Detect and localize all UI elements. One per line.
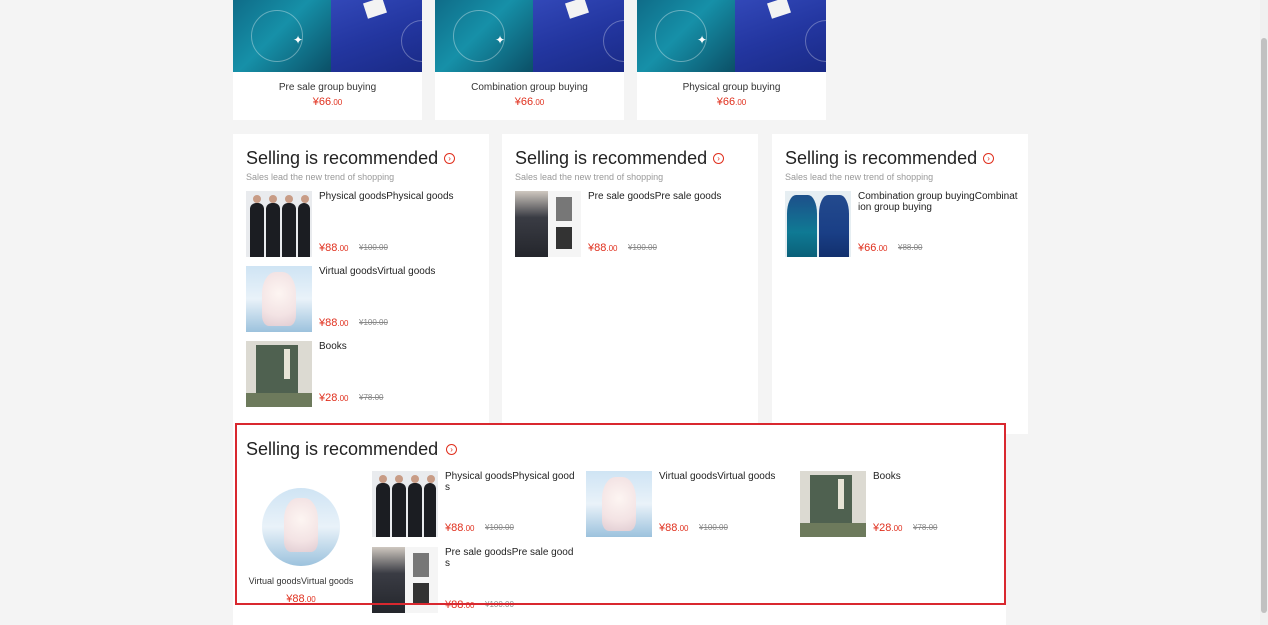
product-price: ¥88.00 <box>319 242 349 254</box>
chevron-right-circle-icon[interactable]: › <box>983 153 995 164</box>
product-name: Pre sale goodsPre sale goods <box>588 191 722 202</box>
product-thumbnail <box>246 266 312 332</box>
product-price: ¥88.00 <box>588 242 618 254</box>
group-name: Combination group buying <box>471 82 588 93</box>
original-price: ¥100.00 <box>359 243 388 252</box>
product-item[interactable]: Pre sale goodsPre sale goods ¥88.00 ¥100… <box>515 191 745 257</box>
product-thumbnail <box>515 191 581 257</box>
group-card-pre-sale[interactable]: ✦ Pre sale group buying ¥66.00 <box>233 0 422 120</box>
panel-subtitle: Sales lead the new trend of shopping <box>785 172 934 182</box>
original-price: ¥88.00 <box>898 243 923 252</box>
group-name: Pre sale group buying <box>278 82 377 93</box>
product-item[interactable]: Physical goodsPhysical goods ¥88.00 ¥100… <box>246 191 476 257</box>
group-price: ¥66.00 <box>514 96 545 108</box>
product-image: ✦ <box>435 0 624 72</box>
product-price: ¥88.00 <box>319 317 349 329</box>
panel-subtitle: Sales lead the new trend of shopping <box>515 172 664 182</box>
panel-title: Selling is recommended <box>785 148 978 168</box>
product-item[interactable]: Virtual goodsVirtual goods ¥88.00 ¥100.0… <box>246 266 476 332</box>
group-price: ¥66.00 <box>716 96 747 108</box>
chevron-right-circle-icon[interactable]: › <box>444 153 456 164</box>
product-price: ¥66.00 <box>858 242 888 254</box>
panel-subtitle: Sales lead the new trend of shopping <box>246 172 395 182</box>
recommend-panel-2: Selling is recommended › Sales lead the … <box>502 134 758 434</box>
original-price: ¥100.00 <box>628 243 657 252</box>
product-name: Books <box>319 341 347 352</box>
group-name: Physical group buying <box>682 82 781 93</box>
recommend-panel-1: Selling is recommended › Sales lead the … <box>233 134 489 434</box>
panel-title: Selling is recommended <box>515 148 708 168</box>
product-name: Combination group buyingCombination grou… <box>858 191 1018 213</box>
highlight-box <box>235 423 1006 605</box>
recommend-panel-3: Selling is recommended › Sales lead the … <box>772 134 1028 434</box>
product-thumbnail <box>246 341 312 407</box>
scrollbar-thumb[interactable] <box>1261 38 1267 613</box>
product-item[interactable]: Books ¥28.00 ¥78.00 <box>246 341 476 407</box>
group-card-physical[interactable]: ✦ Physical group buying ¥66.00 <box>637 0 826 120</box>
product-name: Physical goodsPhysical goods <box>319 191 454 202</box>
product-thumbnail <box>785 191 851 257</box>
group-price: ¥66.00 <box>312 96 343 108</box>
chevron-right-circle-icon[interactable]: › <box>713 153 725 164</box>
product-price: ¥28.00 <box>319 392 349 404</box>
product-thumbnail <box>246 191 312 257</box>
vertical-scrollbar[interactable] <box>1260 0 1268 625</box>
product-item[interactable]: Combination group buyingCombination grou… <box>785 191 1018 257</box>
original-price: ¥100.00 <box>359 318 388 327</box>
panel-title: Selling is recommended <box>246 148 439 168</box>
product-name: Virtual goodsVirtual goods <box>319 266 436 277</box>
product-image: ✦ <box>637 0 826 72</box>
group-card-combination[interactable]: ✦ Combination group buying ¥66.00 <box>435 0 624 120</box>
original-price: ¥78.00 <box>359 393 384 402</box>
product-image: ✦ <box>233 0 422 72</box>
